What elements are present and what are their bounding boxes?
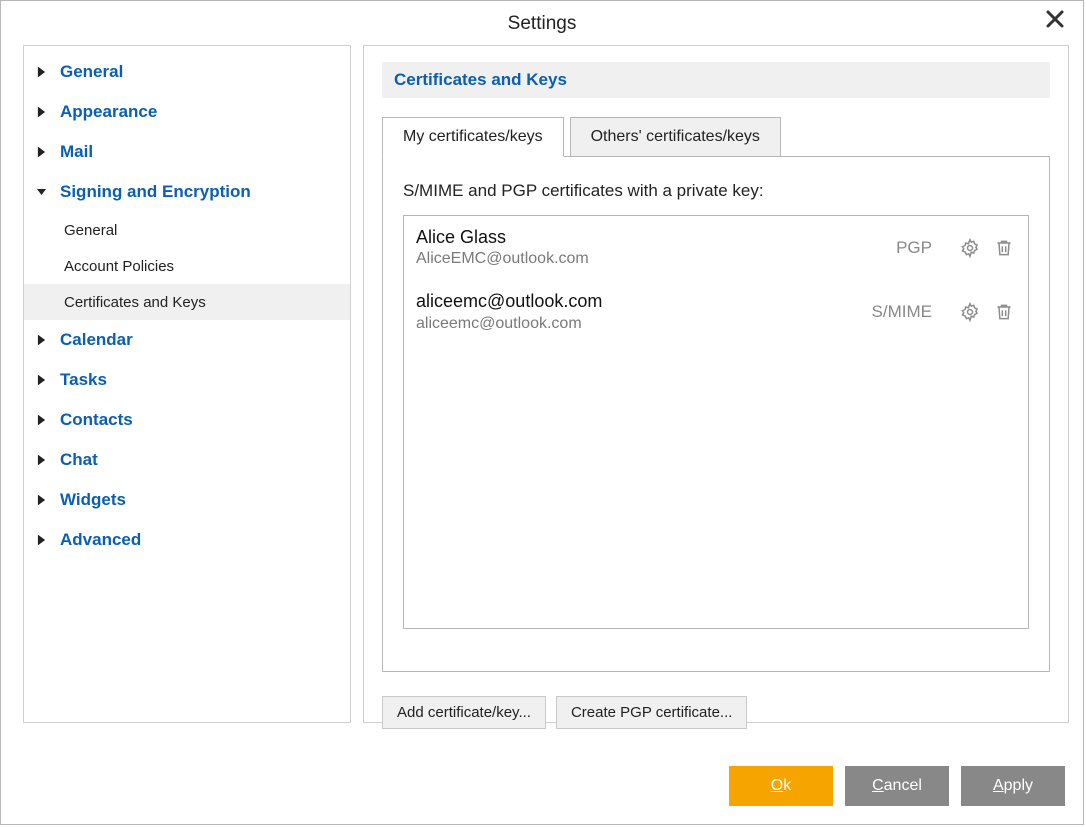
- mnemonic: O: [771, 777, 783, 794]
- caret-down-icon: [32, 183, 50, 201]
- panel-buttons: Add certificate/key... Create PGP certif…: [382, 696, 1050, 729]
- caret-right-icon: [32, 531, 50, 549]
- create-pgp-certificate-button[interactable]: Create PGP certificate...: [556, 696, 747, 729]
- mnemonic: C: [872, 777, 884, 794]
- sidebar-subitem-account-policies[interactable]: Account Policies: [24, 248, 350, 284]
- tabset: My certificates/keys Others' certificate…: [382, 116, 1050, 672]
- tab-others-certificates[interactable]: Others' certificates/keys: [570, 117, 781, 157]
- caret-right-icon: [32, 411, 50, 429]
- sidebar-item-label: General: [60, 62, 123, 82]
- trash-icon[interactable]: [992, 236, 1016, 260]
- sidebar-subitem-label: Certificates and Keys: [64, 294, 206, 311]
- settings-dialog: Settings General Appearance Mail: [0, 0, 1084, 825]
- caret-right-icon: [32, 451, 50, 469]
- sidebar-item-advanced[interactable]: Advanced: [24, 520, 350, 560]
- sidebar-item-contacts[interactable]: Contacts: [24, 400, 350, 440]
- sidebar-subitem-label: General: [64, 222, 117, 239]
- certificate-row[interactable]: Alice Glass AliceEMC@outlook.com PGP: [404, 216, 1028, 280]
- gear-icon[interactable]: [958, 300, 982, 324]
- sidebar-item-label: Advanced: [60, 530, 141, 550]
- tab-label: Others' certificates/keys: [591, 128, 760, 145]
- cancel-button[interactable]: Cancel: [845, 766, 949, 806]
- dialog-body: General Appearance Mail Signing and Encr…: [1, 45, 1083, 723]
- sidebar-item-label: Calendar: [60, 330, 133, 350]
- button-label: Create PGP certificate...: [571, 704, 732, 721]
- sidebar-item-label: Signing and Encryption: [60, 182, 251, 202]
- certificate-row[interactable]: aliceemc@outlook.com aliceemc@outlook.co…: [404, 280, 1028, 344]
- sidebar-item-appearance[interactable]: Appearance: [24, 92, 350, 132]
- sidebar-item-mail[interactable]: Mail: [24, 132, 350, 172]
- tab-my-certificates[interactable]: My certificates/keys: [382, 117, 564, 157]
- sidebar: General Appearance Mail Signing and Encr…: [23, 45, 351, 723]
- trash-icon[interactable]: [992, 300, 1016, 324]
- caret-right-icon: [32, 143, 50, 161]
- sidebar-item-tasks[interactable]: Tasks: [24, 360, 350, 400]
- dialog-title: Settings: [1, 1, 1083, 45]
- certificate-info: aliceemc@outlook.com aliceemc@outlook.co…: [416, 290, 872, 334]
- certificate-list: Alice Glass AliceEMC@outlook.com PGP: [403, 215, 1029, 629]
- certificate-type: PGP: [896, 238, 932, 258]
- sidebar-item-label: Tasks: [60, 370, 107, 390]
- caret-right-icon: [32, 491, 50, 509]
- dialog-buttons: Ok Cancel Apply: [729, 766, 1065, 806]
- sidebar-item-label: Chat: [60, 450, 98, 470]
- ok-button[interactable]: Ok: [729, 766, 833, 806]
- certificate-email: aliceemc@outlook.com: [416, 314, 872, 335]
- main-panel: Certificates and Keys My certificates/ke…: [363, 45, 1069, 723]
- sidebar-subitem-label: Account Policies: [64, 258, 174, 275]
- certificate-name: aliceemc@outlook.com: [416, 290, 872, 313]
- caret-right-icon: [32, 371, 50, 389]
- sidebar-item-label: Widgets: [60, 490, 126, 510]
- certificate-email: AliceEMC@outlook.com: [416, 249, 896, 270]
- panel-description: S/MIME and PGP certificates with a priva…: [403, 181, 1029, 201]
- tab-content: S/MIME and PGP certificates with a priva…: [382, 156, 1050, 672]
- button-label-rest: pply: [1004, 777, 1033, 794]
- sidebar-subitem-certificates-and-keys[interactable]: Certificates and Keys: [24, 284, 350, 320]
- add-certificate-button[interactable]: Add certificate/key...: [382, 696, 546, 729]
- button-label-rest: ancel: [884, 777, 922, 794]
- tab-label: My certificates/keys: [403, 128, 543, 145]
- sidebar-item-chat[interactable]: Chat: [24, 440, 350, 480]
- sidebar-item-label: Appearance: [60, 102, 157, 122]
- sidebar-item-label: Contacts: [60, 410, 133, 430]
- certificate-info: Alice Glass AliceEMC@outlook.com: [416, 226, 896, 270]
- sidebar-item-label: Mail: [60, 142, 93, 162]
- tabbar: My certificates/keys Others' certificate…: [382, 116, 1050, 156]
- panel-heading: Certificates and Keys: [382, 62, 1050, 98]
- mnemonic: A: [993, 777, 1004, 794]
- sidebar-item-calendar[interactable]: Calendar: [24, 320, 350, 360]
- button-label-rest: k: [783, 777, 791, 794]
- certificate-name: Alice Glass: [416, 226, 896, 249]
- certificate-type: S/MIME: [872, 302, 932, 322]
- caret-right-icon: [32, 331, 50, 349]
- button-label: Add certificate/key...: [397, 704, 531, 721]
- caret-right-icon: [32, 103, 50, 121]
- close-icon[interactable]: [1045, 9, 1069, 33]
- apply-button[interactable]: Apply: [961, 766, 1065, 806]
- sidebar-subitem-general[interactable]: General: [24, 212, 350, 248]
- sidebar-item-widgets[interactable]: Widgets: [24, 480, 350, 520]
- sidebar-item-signing-and-encryption[interactable]: Signing and Encryption: [24, 172, 350, 212]
- caret-right-icon: [32, 63, 50, 81]
- gear-icon[interactable]: [958, 236, 982, 260]
- sidebar-item-general[interactable]: General: [24, 52, 350, 92]
